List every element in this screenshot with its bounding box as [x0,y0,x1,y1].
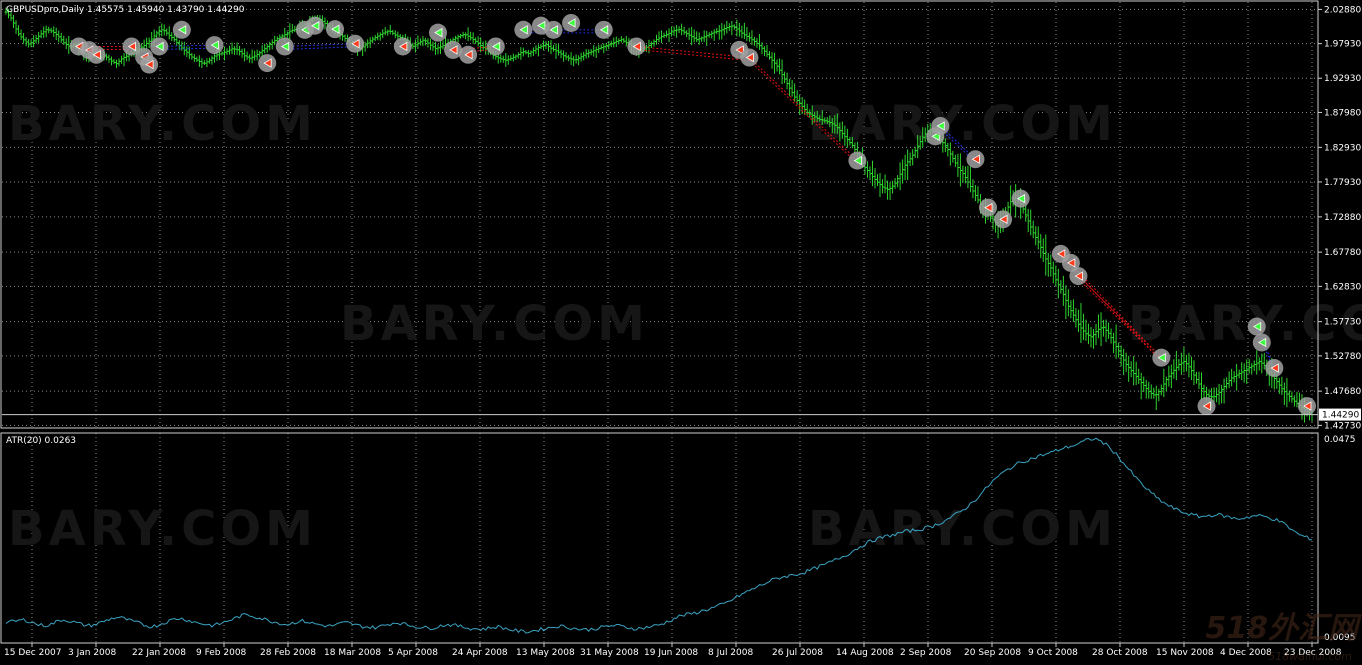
watermark: BARY.COM [340,296,649,352]
y-tick-label: 1.62830 [1324,282,1361,292]
buy-marker [205,36,223,54]
sell-marker [966,150,984,168]
y-tick-label: 1.57730 [1324,318,1361,328]
x-tick-label: 20 Sep 2008 [964,648,1021,658]
y-tick-label: 1.82930 [1324,143,1361,153]
y-tick-label: 1.77930 [1324,178,1361,188]
buy-marker [173,21,191,39]
buy-marker [326,20,344,38]
sell-marker [394,37,412,55]
sell-marker [87,46,105,64]
buy-marker [306,17,324,35]
watermark: BARY.COM [808,96,1117,152]
x-tick-label: 13 May 2008 [516,648,575,658]
current-price-label: 1.44290 [1322,411,1359,421]
y-tick-label: 1.67780 [1324,248,1361,258]
buy-marker [514,21,532,39]
watermark: BARY.COM [8,501,317,557]
x-tick-label: 8 Jul 2008 [708,648,753,658]
x-tick-label: 31 May 2008 [580,648,639,658]
buy-marker [848,152,866,170]
sell-marker [740,49,758,67]
y-tick-label: 1.97930 [1324,40,1361,50]
atr-y-tick-label: 0.0475 [1324,435,1356,445]
y-tick-label: 1.47680 [1324,387,1361,397]
y-tick-label: 1.42730 [1324,421,1361,431]
x-tick-label: 9 Oct 2008 [1028,648,1078,658]
x-tick-label: 3 Jan 2008 [68,648,116,658]
sell-marker [979,199,997,217]
x-tick-label: 15 Nov 2008 [1156,648,1214,658]
buy-marker [1012,190,1030,208]
chart-canvas: BARY.COM BARY.COM BARY.COM BARY.COM BARY.COM… [0,0,1362,661]
buy-marker [276,37,294,55]
buy-marker [931,117,949,135]
x-tick-label: 28 Oct 2008 [1092,648,1148,658]
x-tick-label: 18 Mar 2008 [324,648,381,658]
sell-marker [346,35,364,53]
corner-logo-sub: 518waihui.com [1268,650,1352,663]
buy-marker [487,37,505,55]
atr-title: ATR(20) 0.0263 [6,436,76,446]
sell-marker [140,56,158,74]
buy-marker [545,21,563,39]
x-tick-label: 9 Feb 2008 [196,648,247,658]
y-tick-label: 1.92930 [1324,74,1361,84]
sell-marker [994,210,1012,228]
x-tick-label: 19 Jun 2008 [644,648,698,658]
x-tick-label: 24 Apr 2008 [452,648,508,658]
y-tick-label: 1.52780 [1324,352,1361,362]
x-tick-label: 5 Apr 2008 [388,648,438,658]
sell-marker [627,37,645,55]
y-tick-label: 1.72880 [1324,213,1361,223]
x-tick-label: 15 Dec 2007 [4,648,62,658]
chart-window: BARY.COM BARY.COM BARY.COM BARY.COM BARY.COM… [0,0,1362,661]
x-tick-label: 22 Jan 2008 [132,648,186,658]
buy-marker [1152,349,1170,367]
sell-marker [1198,397,1216,415]
y-tick-label: 2.02880 [1324,5,1361,15]
buy-marker [429,24,447,42]
y-tick-label: 1.87980 [1324,108,1361,118]
sell-marker [1069,267,1087,285]
buy-marker [562,14,580,32]
corner-logo: 518外汇网 [1205,603,1358,647]
buy-marker [1253,333,1271,351]
watermark: BARY.COM [8,96,317,152]
x-tick-label: 2 Sep 2008 [900,648,952,658]
sell-marker [459,46,477,64]
buy-marker [150,37,168,55]
x-tick-label: 14 Aug 2008 [836,648,894,658]
x-tick-label: 26 Jul 2008 [772,648,823,658]
x-tick-label: 4 Dec 2008 [1220,648,1272,658]
watermark: BARY.COM [808,501,1117,557]
x-tick-label: 28 Feb 2008 [260,648,316,658]
buy-marker [595,21,613,39]
sell-marker [1298,397,1316,415]
sell-marker [1265,359,1283,377]
main-chart-title: GBPUSDpro,Daily 1.45575 1.45940 1.43790 … [6,5,244,15]
sell-marker [258,54,276,72]
buy-marker [1248,318,1266,336]
